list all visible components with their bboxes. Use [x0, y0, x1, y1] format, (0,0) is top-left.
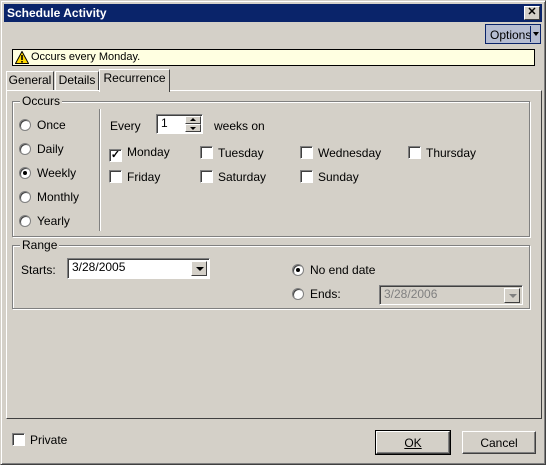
- occurs-monthly-radio[interactable]: Monthly: [19, 191, 79, 204]
- day-monday-checkbox[interactable]: ✓ Monday: [109, 146, 170, 162]
- radio-indicator: [19, 119, 31, 131]
- weekly-label: Weekly: [37, 166, 77, 180]
- cancel-button[interactable]: Cancel: [462, 431, 536, 454]
- radio-indicator: [292, 264, 304, 276]
- private-label: Private: [30, 433, 68, 447]
- daily-label: Daily: [37, 142, 64, 156]
- day-thursday-checkbox[interactable]: Thursday: [408, 146, 476, 160]
- cancel-label: Cancel: [480, 435, 518, 450]
- every-value: 1: [161, 116, 168, 130]
- banner-text: Occurs every Monday.: [31, 51, 141, 63]
- check-icon: ✓: [109, 149, 122, 162]
- chevron-down-icon[interactable]: [504, 288, 520, 303]
- once-label: Once: [37, 118, 66, 132]
- vertical-divider: [99, 109, 101, 231]
- range-legend: Range: [20, 238, 60, 252]
- recurrence-panel: Occurs Once Daily Weekly Monthly Yearly …: [6, 90, 542, 419]
- options-button[interactable]: Options: [485, 24, 541, 44]
- thursday-label: Thursday: [426, 146, 477, 160]
- occurs-group: Occurs Once Daily Weekly Monthly Yearly …: [12, 94, 530, 237]
- yearly-label: Yearly: [37, 214, 70, 228]
- every-label: Every: [110, 119, 141, 133]
- no-end-date-label: No end date: [310, 263, 376, 277]
- warning-icon: [15, 51, 29, 64]
- private-checkbox[interactable]: Private: [12, 433, 67, 447]
- weeks-on-label: weeks on: [214, 119, 265, 133]
- occurs-legend: Occurs: [20, 94, 63, 108]
- checkbox-box: [300, 170, 313, 183]
- radio-indicator: [292, 288, 304, 300]
- saturday-label: Saturday: [218, 170, 267, 184]
- tab-recurrence[interactable]: Recurrence: [99, 69, 170, 92]
- occurs-once-radio[interactable]: Once: [19, 119, 66, 132]
- tab-details[interactable]: Details: [55, 71, 99, 91]
- starts-value: 3/28/2005: [72, 260, 126, 274]
- checkbox-box: [300, 146, 313, 159]
- day-wednesday-checkbox[interactable]: Wednesday: [300, 146, 381, 160]
- ends-value: 3/28/2006: [384, 287, 438, 301]
- monday-label: Monday: [127, 145, 170, 159]
- day-friday-checkbox[interactable]: Friday: [109, 170, 160, 184]
- title-bar: Schedule Activity ✕: [4, 4, 542, 22]
- day-sunday-checkbox[interactable]: Sunday: [300, 170, 359, 184]
- day-saturday-checkbox[interactable]: Saturday: [200, 170, 266, 184]
- starts-date-picker[interactable]: 3/28/2005: [67, 258, 210, 279]
- close-icon[interactable]: ✕: [524, 6, 540, 20]
- info-banner: Occurs every Monday.: [12, 49, 535, 66]
- sunday-label: Sunday: [318, 170, 359, 184]
- occurs-yearly-radio[interactable]: Yearly: [19, 215, 70, 228]
- radio-indicator: [19, 167, 31, 179]
- spin-up-icon[interactable]: [185, 116, 201, 124]
- spin-buttons[interactable]: [185, 116, 201, 133]
- checkbox-box: [200, 146, 213, 159]
- starts-label: Starts:: [21, 263, 56, 277]
- ends-date-picker[interactable]: 3/28/2006: [379, 285, 523, 305]
- wednesday-label: Wednesday: [318, 146, 382, 160]
- no-end-date-radio[interactable]: No end date: [292, 264, 375, 277]
- schedule-activity-dialog: Schedule Activity ✕ Options Occurs every…: [0, 0, 546, 465]
- tab-general[interactable]: General: [6, 71, 54, 91]
- checkbox-box: [408, 146, 421, 159]
- ends-label: Ends:: [310, 287, 341, 301]
- options-label: Options: [490, 28, 532, 42]
- friday-label: Friday: [127, 170, 161, 184]
- chevron-down-icon[interactable]: [191, 261, 207, 276]
- monthly-label: Monthly: [37, 190, 80, 204]
- window-title: Schedule Activity: [7, 6, 107, 20]
- ends-radio[interactable]: Ends:: [292, 288, 341, 301]
- occurs-daily-radio[interactable]: Daily: [19, 143, 64, 156]
- every-stepper[interactable]: 1: [156, 114, 203, 134]
- options-separator: [530, 26, 531, 42]
- radio-indicator: [19, 143, 31, 155]
- tuesday-label: Tuesday: [218, 146, 264, 160]
- radio-indicator: [19, 191, 31, 203]
- occurs-weekly-radio[interactable]: Weekly: [19, 167, 76, 180]
- checkbox-box: [109, 170, 122, 183]
- range-group: Range Starts: 3/28/2005 No end date Ends…: [12, 238, 530, 309]
- chevron-down-icon[interactable]: [533, 32, 539, 36]
- day-tuesday-checkbox[interactable]: Tuesday: [200, 146, 264, 160]
- radio-indicator: [19, 215, 31, 227]
- checkbox-box: [200, 170, 213, 183]
- checkbox-box: [12, 433, 25, 446]
- ok-button[interactable]: OK: [375, 430, 451, 455]
- spin-down-icon[interactable]: [185, 124, 201, 132]
- ok-label: OK: [404, 435, 422, 450]
